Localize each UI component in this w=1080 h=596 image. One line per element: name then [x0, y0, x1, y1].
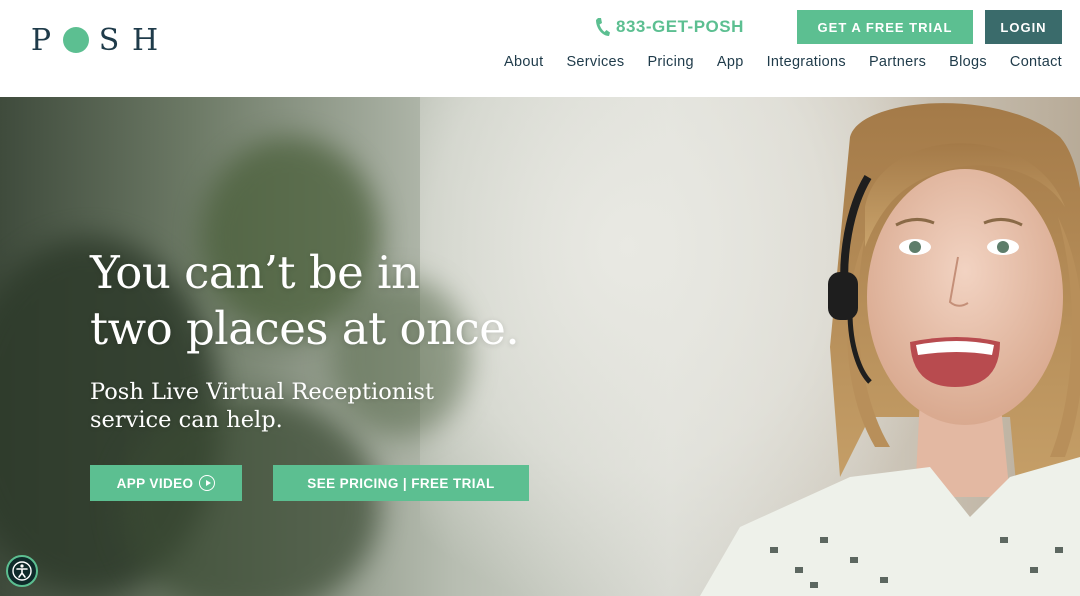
nav-contact[interactable]: Contact: [1010, 54, 1062, 70]
receptionist-photo: [700, 103, 1080, 596]
nav-blogs[interactable]: Blogs: [949, 54, 987, 70]
free-trial-button[interactable]: GET A FREE TRIAL: [797, 10, 973, 44]
phone-number: 833-GET-POSH: [616, 17, 744, 36]
play-circle-icon: [199, 475, 216, 491]
phone-link[interactable]: 833-GET-POSH: [594, 15, 744, 39]
hero-headline-line-2: two places at once.: [90, 302, 520, 355]
nav-pricing[interactable]: Pricing: [647, 54, 693, 70]
see-pricing-button[interactable]: SEE PRICING | FREE TRIAL: [273, 465, 529, 501]
hero-headline: You can’t be in two places at once.: [90, 245, 520, 357]
nav-services[interactable]: Services: [566, 54, 624, 70]
main-nav: About Services Pricing App Integrations …: [481, 52, 1062, 72]
logo-letter-s: S: [98, 22, 120, 58]
logo-letter-p: P: [30, 22, 52, 58]
accessibility-icon: [12, 561, 32, 581]
nav-integrations[interactable]: Integrations: [767, 54, 846, 70]
nav-partners[interactable]: Partners: [869, 54, 926, 70]
logo-dot: [63, 27, 89, 53]
logo-letter-h: H: [132, 22, 159, 58]
hero-subheadline-line-2: service can help.: [90, 407, 283, 433]
posh-logo[interactable]: P S H: [28, 22, 159, 58]
site-header: P S H 833-GET-POSH GET A FREE TRIAL LOGI…: [0, 0, 1080, 97]
phone-icon: [596, 18, 610, 36]
hero-subheadline: Posh Live Virtual Receptionist service c…: [90, 378, 434, 434]
hero-subheadline-line-1: Posh Live Virtual Receptionist: [90, 379, 435, 405]
hero-section: You can’t be in two places at once. Posh…: [0, 97, 1080, 596]
hero-headline-line-1: You can’t be in: [90, 246, 420, 299]
accessibility-button[interactable]: [6, 555, 38, 587]
app-video-label: APP VIDEO: [116, 475, 194, 491]
login-button[interactable]: LOGIN: [985, 10, 1062, 44]
nav-about[interactable]: About: [504, 54, 543, 70]
app-video-button[interactable]: APP VIDEO: [90, 465, 242, 501]
nav-app[interactable]: App: [717, 54, 744, 70]
